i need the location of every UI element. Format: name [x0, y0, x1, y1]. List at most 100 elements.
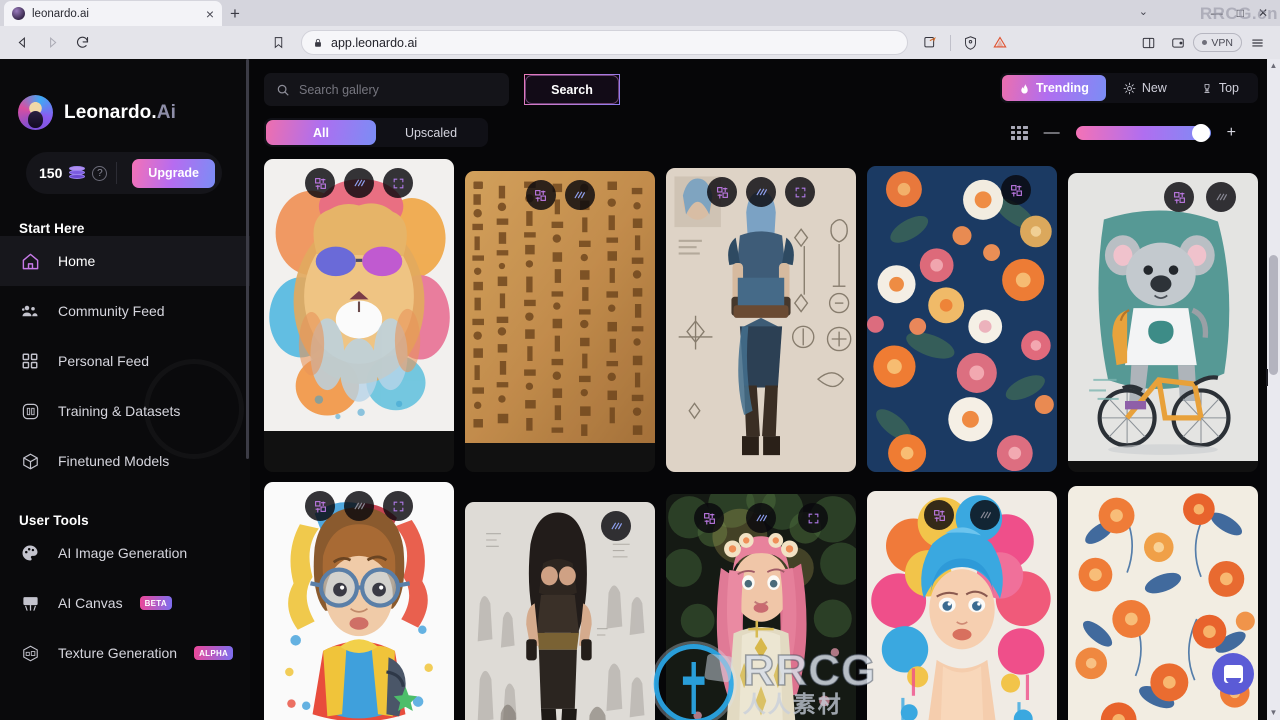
koala-artwork — [1068, 173, 1258, 462]
brand-logo-block[interactable]: Leonardo.Ai — [0, 59, 250, 130]
sidebar-item-label: Home — [58, 253, 96, 269]
bookmark-icon[interactable] — [265, 29, 292, 56]
gallery-card-egyptian-hieroglyphs[interactable] — [465, 171, 655, 473]
sidebar-scrollbar[interactable] — [246, 59, 249, 459]
tab-trending[interactable]: Trending — [1002, 75, 1106, 101]
remix-icon[interactable] — [707, 177, 737, 207]
sidebar-item-ai-canvas[interactable]: AI Canvas BETA — [0, 578, 250, 628]
image-gallery — [250, 157, 1280, 720]
intercom-chat-icon[interactable] — [1212, 653, 1254, 695]
back-icon[interactable] — [9, 29, 36, 56]
expand-icon[interactable] — [383, 168, 413, 198]
texture-cube-icon — [19, 642, 41, 664]
close-icon[interactable]: × — [206, 7, 214, 21]
chevron-down-icon[interactable]: ⌄ — [1139, 5, 1148, 18]
filter-tab-upscaled[interactable]: Upscaled — [376, 120, 486, 145]
community-icon — [19, 300, 41, 322]
gallery-card-dark-warrior-concept-sheet[interactable] — [465, 502, 655, 720]
forward-icon[interactable] — [39, 29, 66, 56]
card-overlay-actions — [465, 180, 655, 210]
gallery-toolbar: Search Trending New Top — [250, 59, 1280, 157]
minimize-button[interactable]: — — [1211, 7, 1223, 19]
tab-top[interactable]: Top — [1184, 75, 1256, 101]
sidebar-item-training-datasets[interactable]: Training & Datasets — [0, 386, 250, 436]
sidebar-item-finetuned-models[interactable]: Finetuned Models — [0, 436, 250, 486]
page-scrollbar-thumb[interactable] — [1269, 255, 1278, 375]
search-input[interactable] — [299, 82, 497, 97]
search-icon — [277, 84, 289, 96]
tab-new[interactable]: New — [1106, 75, 1184, 101]
filter-tab-all[interactable]: All — [266, 120, 376, 145]
scroll-down-arrow[interactable]: ▼ — [1269, 709, 1278, 717]
expand-icon[interactable] — [383, 491, 413, 522]
remix-icon[interactable] — [1001, 175, 1031, 205]
expand-icon[interactable] — [785, 177, 815, 207]
motion-icon[interactable] — [344, 168, 374, 198]
motion-icon[interactable] — [344, 491, 374, 522]
section-title-user-tools: User Tools — [19, 513, 89, 528]
sidebar-item-label: AI Image Generation — [58, 545, 188, 561]
motion-icon[interactable] — [1206, 182, 1236, 212]
page-scrollbar[interactable]: ▲ ▼ — [1267, 59, 1280, 720]
remix-icon[interactable] — [305, 491, 335, 522]
sidebar-icon[interactable] — [1135, 29, 1162, 56]
sidebar-item-community-feed[interactable]: Community Feed — [0, 286, 250, 336]
card-overlay-actions — [867, 500, 1057, 531]
gallery-grid — [264, 157, 1258, 720]
sidebar-item-texture-generation[interactable]: Texture Generation ALPHA — [0, 628, 250, 678]
sidebar-item-home[interactable]: Home — [0, 236, 250, 286]
zoom-slider-thumb[interactable] — [1191, 123, 1210, 142]
sidebar-item-ai-image-generation[interactable]: AI Image Generation — [0, 528, 250, 578]
wallet-icon[interactable] — [1164, 29, 1191, 56]
home-icon — [19, 250, 41, 272]
address-bar[interactable]: app.leonardo.ai — [301, 30, 909, 55]
sidebar-item-label: Community Feed — [58, 303, 165, 319]
brave-shield-icon[interactable] — [957, 29, 984, 56]
expand-icon[interactable] — [798, 503, 828, 534]
motion-icon[interactable] — [970, 500, 1000, 531]
training-icon — [19, 400, 41, 422]
share-icon[interactable] — [917, 29, 944, 56]
brave-leo-icon[interactable] — [986, 29, 1013, 56]
vpn-button[interactable]: VPN — [1193, 33, 1242, 52]
motion-icon[interactable] — [746, 503, 776, 534]
gallery-card-pink-hair-forest-elf[interactable] — [666, 494, 856, 720]
browser-tab[interactable]: leonardo.ai × — [4, 1, 222, 26]
trophy-icon — [1204, 83, 1210, 93]
upgrade-button[interactable]: Upgrade — [132, 158, 215, 188]
motion-icon[interactable] — [601, 511, 631, 542]
gallery-card-blue-hair-warrior-sheet[interactable] — [666, 168, 856, 473]
remix-icon[interactable] — [694, 503, 724, 534]
remix-icon[interactable] — [525, 180, 556, 210]
sidebar-item-personal-feed[interactable]: Personal Feed — [0, 336, 250, 386]
search-button[interactable]: Search — [524, 74, 620, 105]
card-overlay-actions — [465, 511, 655, 542]
remix-icon[interactable] — [1164, 182, 1194, 212]
gallery-card-candy-hair-woman[interactable] — [867, 491, 1057, 720]
reload-icon[interactable] — [69, 29, 96, 56]
tab-label: New — [1141, 81, 1167, 95]
remix-icon[interactable] — [924, 500, 954, 531]
hamburger-menu-icon[interactable] — [1244, 29, 1271, 56]
motion-icon[interactable] — [746, 177, 776, 207]
new-tab-button[interactable]: + — [222, 1, 248, 26]
scroll-up-arrow[interactable]: ▲ — [1269, 62, 1278, 70]
help-icon[interactable]: ? — [92, 165, 108, 181]
sidebar-item-label: Personal Feed — [58, 353, 150, 369]
zoom-in-button[interactable]: + — [1227, 124, 1236, 141]
divider — [950, 34, 952, 51]
gallery-card-koala-on-bicycle[interactable] — [1068, 173, 1258, 473]
grid-layout-icon[interactable] — [1010, 125, 1028, 140]
browser-toolbar: app.leonardo.ai VPN — [0, 26, 1280, 59]
gallery-card-girl-blue-glasses-hoodie[interactable] — [264, 482, 454, 720]
gallery-card-orange-floral-pattern-a[interactable] — [867, 166, 1057, 473]
remix-icon[interactable] — [305, 168, 335, 198]
search-field-wrapper[interactable] — [264, 73, 509, 106]
maximize-button[interactable]: □ — [1237, 7, 1244, 19]
gallery-card-watercolor-lion-sunglasses[interactable] — [264, 159, 454, 473]
zoom-out-button[interactable]: — — [1044, 124, 1060, 141]
main-content: Search Trending New Top — [250, 59, 1280, 720]
close-window-button[interactable]: ✕ — [1258, 7, 1268, 19]
motion-icon[interactable] — [564, 180, 595, 210]
zoom-slider[interactable] — [1075, 123, 1211, 142]
